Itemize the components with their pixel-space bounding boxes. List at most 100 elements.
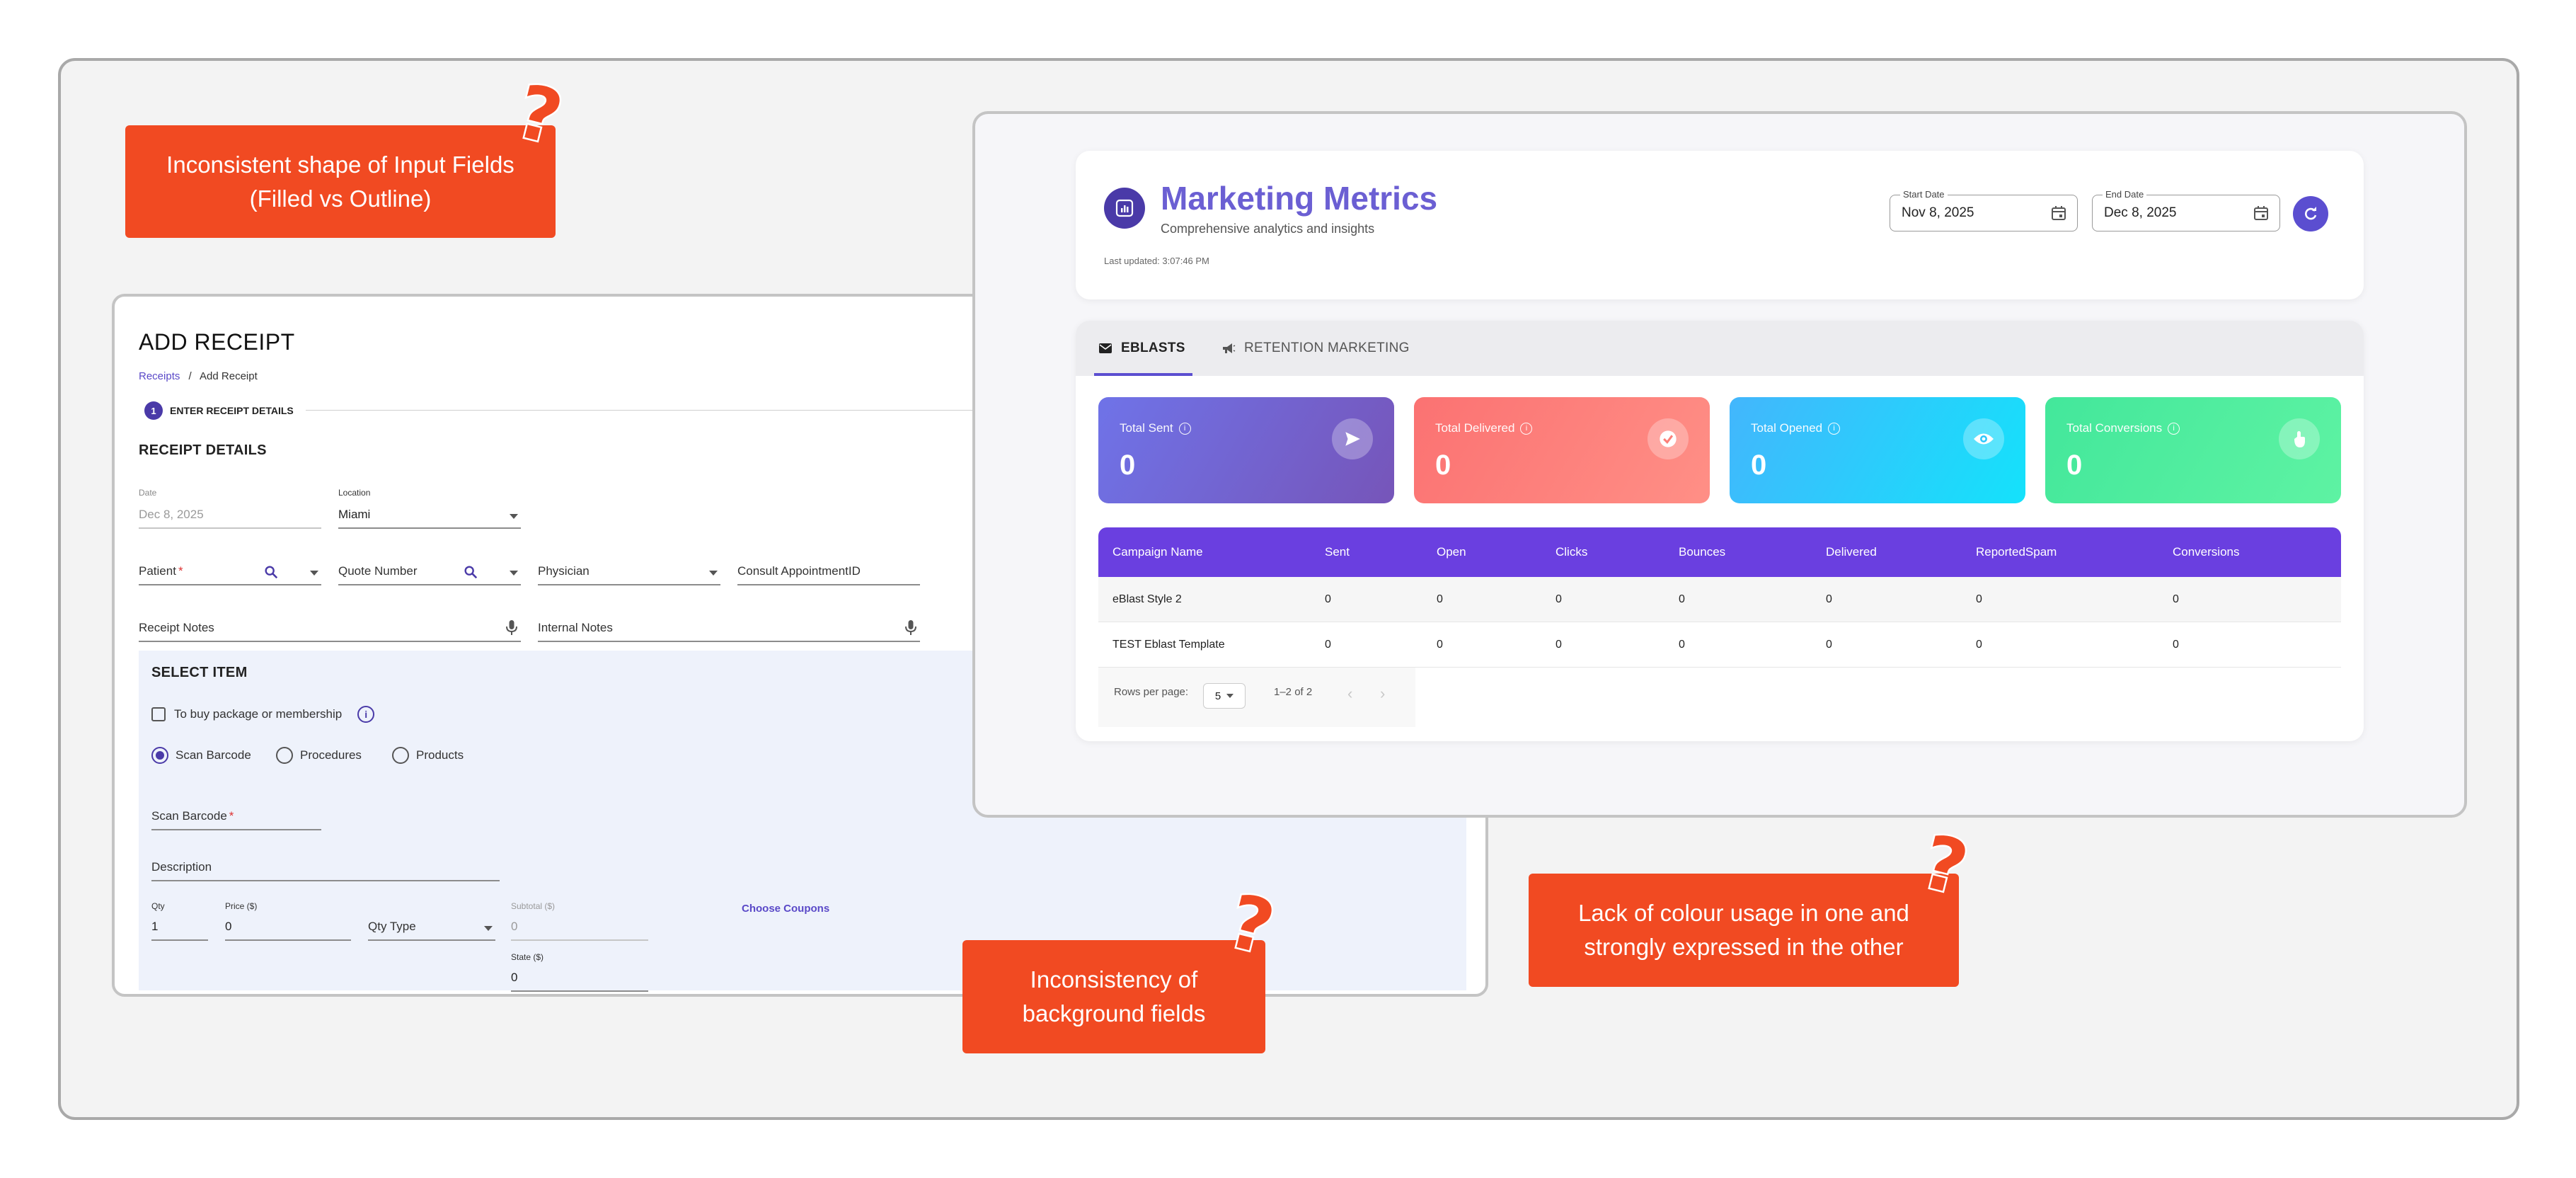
metrics-body-card: EBLASTS RETENTION MARKETING Total Sent i … [1076, 321, 2364, 741]
card-value: 0 [1751, 450, 1767, 481]
column-header[interactable]: Bounces [1679, 527, 1725, 577]
stepper-step: 1 ENTER RECEIPT DETAILS [144, 401, 294, 420]
table-cell: 0 [2173, 593, 2179, 605]
radio-unselected-icon[interactable] [392, 747, 409, 764]
scan-barcode-field[interactable]: Scan Barcode * [151, 802, 321, 830]
price-field[interactable]: Price ($) 0 [225, 901, 351, 941]
refresh-icon [2305, 207, 2317, 220]
megaphone-icon [1223, 343, 1236, 353]
next-page-icon[interactable]: › [1380, 685, 1385, 703]
subtotal-value: 0 [511, 920, 518, 933]
search-icon[interactable] [463, 564, 478, 580]
chevron-down-icon[interactable] [510, 571, 518, 576]
metrics-title: Marketing Metrics [1161, 180, 1438, 217]
radio-products[interactable]: Products [392, 747, 464, 764]
table-cell: 0 [1556, 593, 1562, 605]
column-header[interactable]: Open [1437, 527, 1466, 577]
choose-coupons-link[interactable]: Choose Coupons [742, 903, 829, 915]
date-field[interactable]: Date Dec 8, 2025 [139, 488, 321, 529]
physician-select[interactable]: Physician [538, 557, 720, 585]
card-value: 0 [1120, 450, 1136, 481]
physician-placeholder: Physician [538, 564, 590, 578]
card-label: Total Sent [1120, 421, 1173, 435]
radio-selected-icon[interactable] [151, 747, 168, 764]
table-cell: 0 [1437, 639, 1443, 651]
location-value: Miami [338, 508, 371, 521]
table-header: Campaign Name Sent Open Clicks Bounces D… [1098, 527, 2341, 577]
info-icon[interactable]: i [1520, 422, 1533, 435]
table-pagination: Rows per page: 5 1–2 of 2 ‹ › [1098, 668, 1415, 727]
info-icon[interactable]: i [1178, 422, 1191, 435]
breadcrumb-link-receipts[interactable]: Receipts [139, 370, 180, 382]
column-header[interactable]: Conversions [2173, 527, 2240, 577]
info-icon[interactable]: i [2168, 422, 2180, 435]
table-cell: 0 [2173, 639, 2179, 651]
quote-number-field[interactable]: Quote Number [338, 557, 521, 585]
column-header[interactable]: ReportedSpam [1976, 527, 2057, 577]
table-cell: 0 [1556, 639, 1562, 651]
section-title-select-item: SELECT ITEM [151, 665, 248, 680]
location-select[interactable]: Location Miami [338, 488, 521, 529]
package-checkbox-label: To buy package or membership [174, 707, 343, 721]
radio-procedures[interactable]: Procedures [276, 747, 362, 764]
package-checkbox[interactable]: To buy package or membership i [151, 706, 375, 723]
table-cell: TEST Eblast Template [1112, 639, 1225, 651]
chevron-down-icon [510, 514, 518, 519]
breadcrumb: Receipts / Add Receipt [139, 370, 258, 382]
table-row[interactable]: TEST Eblast Template 0 0 0 0 0 0 0 [1098, 622, 2341, 668]
info-icon[interactable]: i [357, 706, 375, 723]
table-cell: 0 [1826, 593, 1832, 605]
radio-unselected-icon[interactable] [276, 747, 293, 764]
calendar-icon[interactable] [2253, 205, 2270, 222]
column-header[interactable]: Campaign Name [1112, 527, 1203, 577]
section-title-receipt-details: RECEIPT DETAILS [139, 442, 267, 458]
table-cell: 0 [1679, 593, 1685, 605]
check-circle-icon [1648, 418, 1689, 459]
receipt-notes-field[interactable]: Receipt Notes [139, 614, 521, 642]
start-date-field[interactable]: Start Date Nov 8, 2025 [1890, 189, 2078, 231]
breadcrumb-separator: / [188, 370, 192, 382]
internal-notes-field[interactable]: Internal Notes [538, 614, 920, 642]
consult-appointment-field[interactable]: Consult AppointmentID [737, 557, 920, 585]
card-label: Total Conversions [2066, 421, 2163, 435]
checkbox-box[interactable] [151, 707, 166, 721]
table-cell: 0 [1325, 593, 1331, 605]
subtotal-field: Subtotal ($) 0 [511, 901, 648, 941]
state-field[interactable]: State ($) 0 [511, 952, 648, 992]
price-value: 0 [225, 920, 232, 933]
table-body: eBlast Style 2 0 0 0 0 0 0 0 TEST Eblast… [1098, 577, 2341, 668]
campaign-table: Campaign Name Sent Open Clicks Bounces D… [1098, 527, 2341, 668]
end-date-field[interactable]: End Date Dec 8, 2025 [2092, 189, 2280, 231]
column-header[interactable]: Sent [1325, 527, 1350, 577]
tab-eblasts[interactable]: EBLASTS [1094, 321, 1192, 376]
card-value: 0 [1435, 450, 1451, 481]
prev-page-icon[interactable]: ‹ [1347, 685, 1352, 703]
table-row[interactable]: eBlast Style 2 0 0 0 0 0 0 0 [1098, 577, 2341, 622]
column-header[interactable]: Delivered [1826, 527, 1877, 577]
table-cell: 0 [1437, 593, 1443, 605]
refresh-button[interactable] [2293, 196, 2328, 231]
bar-chart-icon [1104, 188, 1145, 229]
radio-scan-barcode[interactable]: Scan Barcode [151, 747, 251, 764]
calendar-icon[interactable] [2050, 205, 2067, 222]
rows-per-page-value: 5 [1214, 690, 1221, 702]
microphone-icon[interactable] [904, 619, 917, 636]
pagination-range: 1–2 of 2 [1274, 686, 1313, 698]
search-icon[interactable] [263, 564, 279, 580]
patient-field[interactable]: Patient * [139, 557, 321, 585]
rows-per-page-select[interactable]: 5 [1203, 683, 1246, 709]
qty-type-select[interactable]: Qty Type [368, 913, 495, 941]
step-number: 1 [144, 401, 163, 420]
qty-field[interactable]: Qty 1 [151, 901, 208, 941]
subtotal-label: Subtotal ($) [511, 901, 556, 911]
tab-retention-marketing[interactable]: RETENTION MARKETING [1221, 321, 1410, 376]
info-icon[interactable]: i [1828, 422, 1841, 435]
column-header[interactable]: Clicks [1556, 527, 1587, 577]
card-total-opened: Total Opened i 0 [1730, 397, 2025, 503]
state-label: State ($) [511, 952, 544, 962]
chevron-down-icon[interactable] [310, 571, 318, 576]
card-total-sent: Total Sent i 0 [1098, 397, 1394, 503]
marketing-metrics-panel: Marketing Metrics Comprehensive analytic… [972, 111, 2467, 818]
description-field[interactable]: Description [151, 854, 500, 881]
microphone-icon[interactable] [505, 619, 518, 636]
